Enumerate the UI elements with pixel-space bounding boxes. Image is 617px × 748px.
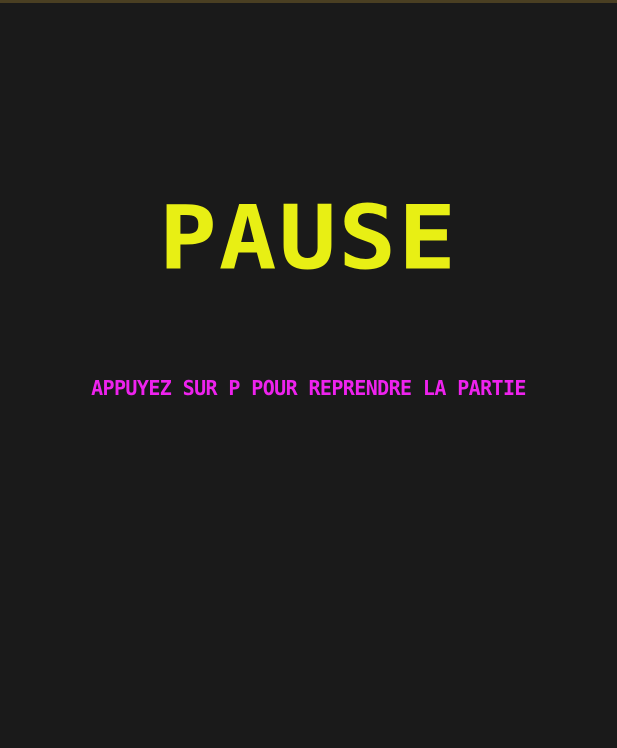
top-border <box>0 0 617 3</box>
pause-title: PAUSE <box>159 186 458 290</box>
pause-screen: PAUSE APPUYEZ SUR P POUR REPRENDRE LA PA… <box>0 0 617 748</box>
resume-hint: APPUYEZ SUR P POUR REPRENDRE LA PARTIE <box>91 376 526 400</box>
